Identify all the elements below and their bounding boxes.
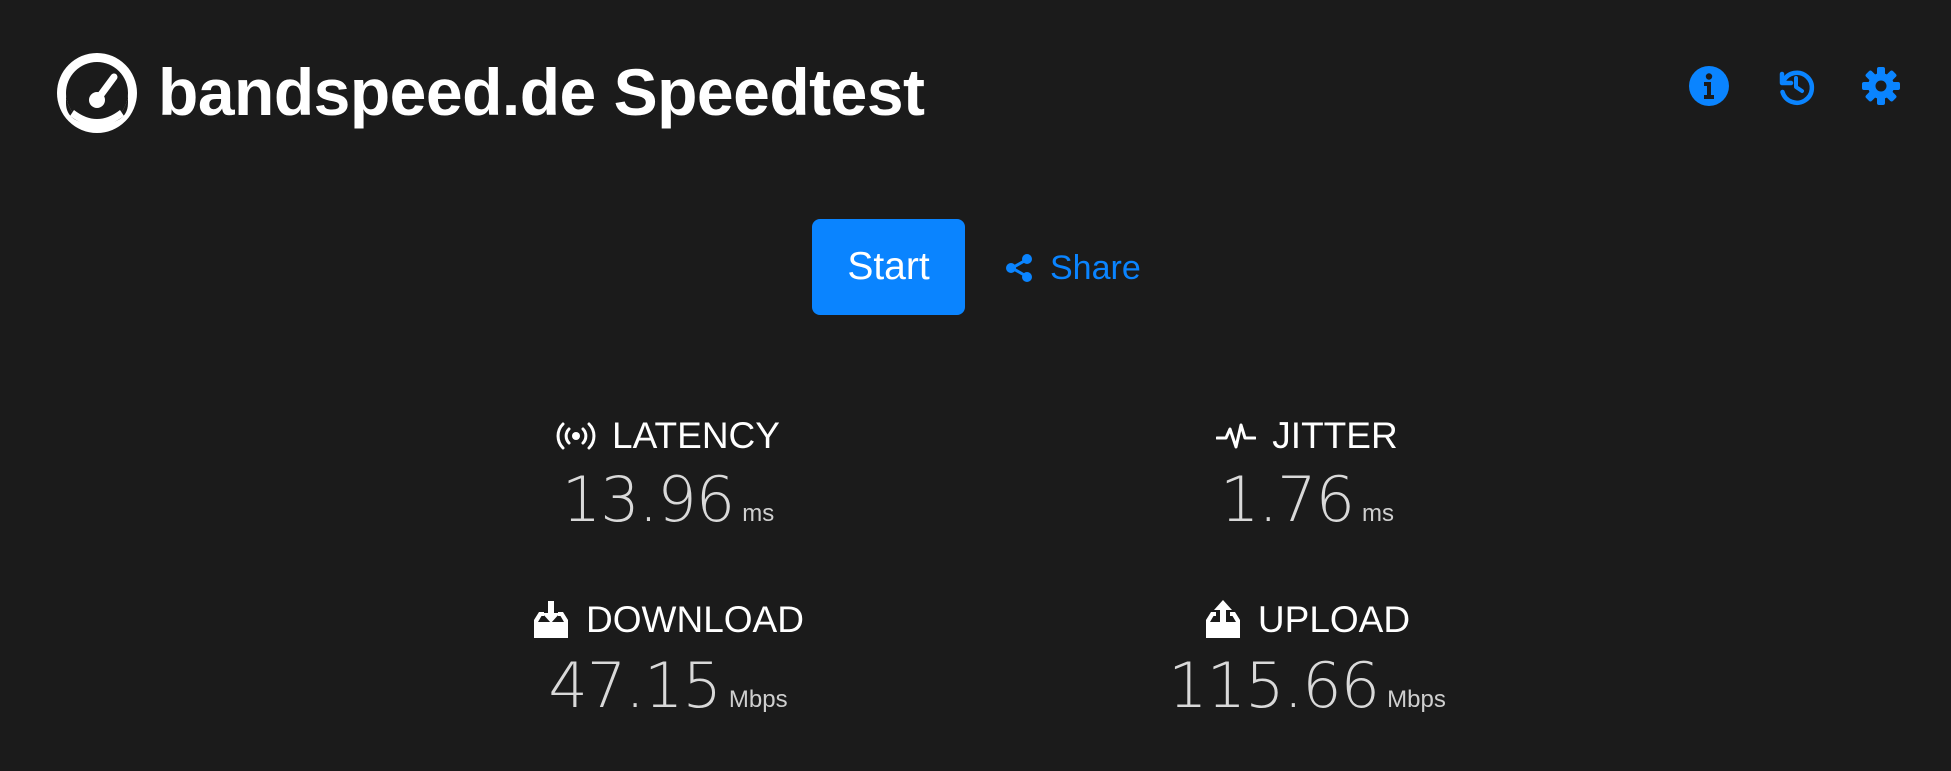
info-icon[interactable]: [1687, 64, 1731, 108]
jitter-value: 1.76: [1219, 463, 1355, 536]
jitter-unit: ms: [1362, 500, 1395, 527]
history-icon[interactable]: [1773, 64, 1817, 108]
share-label: Share: [1050, 248, 1141, 287]
share-icon: [1004, 253, 1050, 283]
download-tray-icon: [534, 601, 569, 638]
upload-label: UPLOAD: [1257, 599, 1411, 640]
latency-value: 13.96: [561, 463, 735, 536]
latency-unit: ms: [742, 500, 775, 527]
download-label: DOWNLOAD: [586, 599, 804, 640]
download-value: 47.15: [548, 649, 721, 722]
download-unit: Mbps: [728, 686, 788, 713]
share-link[interactable]: Share: [1004, 245, 1141, 291]
gear-icon[interactable]: [1859, 64, 1903, 108]
upload-tray-icon: [1205, 600, 1240, 638]
start-button[interactable]: Start: [812, 219, 965, 315]
pulse-icon: [1216, 423, 1257, 449]
jitter-metric: JITTER 1.76 ms: [1027, 413, 1587, 550]
speedometer-icon: [54, 50, 140, 136]
latency-metric: LATENCY 13.96 ms: [388, 413, 948, 550]
upload-value: 115.66: [1168, 649, 1380, 722]
download-metric: DOWNLOAD 47.15 Mbps: [388, 597, 948, 736]
latency-label: LATENCY: [612, 415, 780, 456]
page-title: bandspeed.de Speedtest: [158, 55, 925, 129]
upload-metric: UPLOAD 115.66 Mbps: [1027, 597, 1587, 736]
jitter-label: JITTER: [1272, 415, 1398, 456]
app-header: bandspeed.de Speedtest: [0, 0, 1951, 180]
broadcast-icon: [556, 422, 596, 450]
upload-unit: Mbps: [1387, 686, 1446, 713]
